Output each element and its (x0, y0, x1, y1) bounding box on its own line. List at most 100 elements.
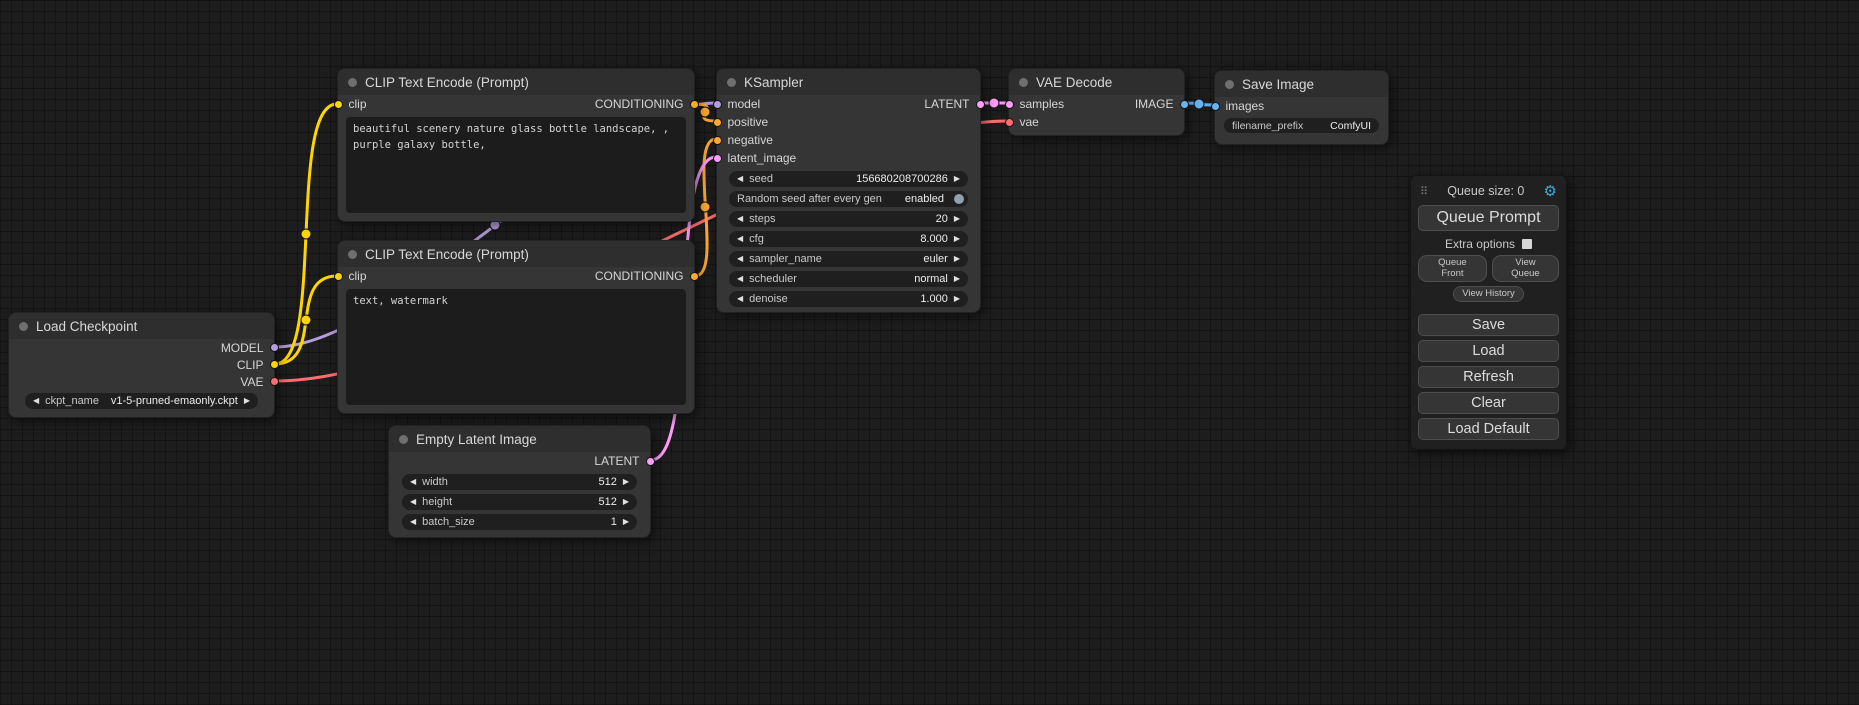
node-title-bar[interactable]: Empty Latent Image (389, 426, 650, 452)
cfg-widget[interactable]: ◀ cfg 8.000 ▶ (729, 231, 968, 247)
node-empty-latent-image[interactable]: Empty Latent Image LATENT ◀ width 512 ▶ … (388, 425, 651, 538)
input-port-positive[interactable] (713, 118, 722, 127)
widget-value: euler (923, 253, 947, 265)
comfy-menu-panel[interactable]: ⠿ Queue size: 0 ⚙ Queue Prompt Extra opt… (1410, 175, 1567, 450)
height-widget[interactable]: ◀ height 512 ▶ (402, 494, 637, 510)
output-row: VAE (9, 373, 274, 390)
output-port-conditioning[interactable] (690, 100, 699, 109)
increment-arrow-icon[interactable]: ▶ (954, 255, 960, 263)
increment-arrow-icon[interactable]: ▶ (623, 518, 629, 526)
node-title-bar[interactable]: KSampler (717, 69, 980, 95)
input-port-vae[interactable] (1005, 118, 1014, 127)
widget-value: v1-5-pruned-emaonly.ckpt (111, 395, 238, 407)
node-title-bar[interactable]: VAE Decode (1009, 69, 1184, 95)
increment-arrow-icon[interactable]: ▶ (623, 498, 629, 506)
sampler-name-widget[interactable]: ◀ sampler_name euler ▶ (729, 251, 968, 267)
output-port-clip[interactable] (270, 360, 279, 369)
node-title-bar[interactable]: CLIP Text Encode (Prompt) (338, 241, 694, 267)
decrement-arrow-icon[interactable]: ◀ (410, 518, 416, 526)
filename-prefix-widget[interactable]: filename_prefix ComfyUI (1224, 118, 1379, 133)
link-clip-positive (275, 104, 337, 364)
input-port-images[interactable] (1211, 102, 1220, 111)
output-port-conditioning[interactable] (690, 272, 699, 281)
input-port-model[interactable] (713, 100, 722, 109)
output-label-vae: VAE (240, 375, 263, 389)
extra-options-checkbox[interactable] (1522, 239, 1532, 249)
node-clip-text-encode-negative[interactable]: CLIP Text Encode (Prompt) clip CONDITION… (337, 240, 695, 414)
increment-arrow-icon[interactable]: ▶ (954, 235, 960, 243)
node-title-bar[interactable]: Load Checkpoint (9, 313, 274, 339)
collapse-dot-icon[interactable] (19, 322, 28, 331)
random-seed-toggle-widget[interactable]: Random seed after every gen enabled (729, 191, 968, 207)
view-queue-button[interactable]: View Queue (1492, 255, 1559, 282)
ckpt-name-widget[interactable]: ◀ ckpt_name v1-5-pruned-emaonly.ckpt ▶ (25, 393, 258, 409)
widget-label: sampler_name (749, 253, 822, 265)
output-label-conditioning: CONDITIONING (595, 97, 684, 111)
seed-widget[interactable]: ◀ seed 156680208700286 ▶ (729, 171, 968, 187)
port-row: positive (717, 113, 980, 131)
graph-canvas[interactable]: Load Checkpoint MODEL CLIP VAE ◀ ckpt_na… (0, 0, 1859, 705)
output-port-latent[interactable] (976, 100, 985, 109)
load-button[interactable]: Load (1418, 340, 1559, 362)
steps-widget[interactable]: ◀ steps 20 ▶ (729, 211, 968, 227)
negative-prompt-textarea[interactable]: text, watermark (346, 289, 686, 405)
decrement-arrow-icon[interactable]: ◀ (737, 275, 743, 283)
collapse-dot-icon[interactable] (348, 78, 357, 87)
settings-gear-icon[interactable]: ⚙ (1544, 182, 1557, 200)
decrement-arrow-icon[interactable]: ◀ (737, 295, 743, 303)
view-history-button[interactable]: View History (1453, 286, 1524, 302)
node-load-checkpoint[interactable]: Load Checkpoint MODEL CLIP VAE ◀ ckpt_na… (8, 312, 275, 418)
decrement-arrow-icon[interactable]: ◀ (737, 255, 743, 263)
increment-arrow-icon[interactable]: ▶ (623, 478, 629, 486)
extra-options-label: Extra options (1445, 237, 1515, 251)
decrement-arrow-icon[interactable]: ◀ (737, 235, 743, 243)
input-port-latent-image[interactable] (713, 154, 722, 163)
positive-prompt-textarea[interactable]: beautiful scenery nature glass bottle la… (346, 117, 686, 213)
collapse-dot-icon[interactable] (348, 250, 357, 259)
collapse-dot-icon[interactable] (399, 435, 408, 444)
queue-front-button[interactable]: Queue Front (1418, 255, 1487, 282)
batch-size-widget[interactable]: ◀ batch_size 1 ▶ (402, 514, 637, 530)
node-title-bar[interactable]: Save Image (1215, 71, 1388, 97)
port-row: clip CONDITIONING (338, 95, 694, 113)
increment-arrow-icon[interactable]: ▶ (954, 295, 960, 303)
node-vae-decode[interactable]: VAE Decode samples IMAGE vae (1008, 68, 1185, 136)
input-port-clip[interactable] (334, 272, 343, 281)
node-save-image[interactable]: Save Image images filename_prefix ComfyU… (1214, 70, 1389, 145)
node-clip-text-encode-positive[interactable]: CLIP Text Encode (Prompt) clip CONDITION… (337, 68, 695, 222)
increment-arrow-icon[interactable]: ▶ (954, 175, 960, 183)
increment-arrow-icon[interactable]: ▶ (244, 397, 250, 405)
queue-prompt-button[interactable]: Queue Prompt (1418, 205, 1559, 231)
collapse-dot-icon[interactable] (1225, 80, 1234, 89)
denoise-widget[interactable]: ◀ denoise 1.000 ▶ (729, 291, 968, 307)
widget-value: ComfyUI (1330, 120, 1371, 132)
decrement-arrow-icon[interactable]: ◀ (737, 215, 743, 223)
output-label-model: MODEL (221, 341, 264, 355)
scheduler-widget[interactable]: ◀ scheduler normal ▶ (729, 271, 968, 287)
collapse-dot-icon[interactable] (1019, 78, 1028, 87)
input-port-clip[interactable] (334, 100, 343, 109)
decrement-arrow-icon[interactable]: ◀ (737, 175, 743, 183)
output-port-vae[interactable] (270, 377, 279, 386)
output-port-latent[interactable] (646, 457, 655, 466)
drag-handle-icon[interactable]: ⠿ (1420, 185, 1428, 198)
node-title-bar[interactable]: CLIP Text Encode (Prompt) (338, 69, 694, 95)
output-port-image[interactable] (1180, 100, 1189, 109)
decrement-arrow-icon[interactable]: ◀ (410, 478, 416, 486)
width-widget[interactable]: ◀ width 512 ▶ (402, 474, 637, 490)
refresh-button[interactable]: Refresh (1418, 366, 1559, 388)
decrement-arrow-icon[interactable]: ◀ (410, 498, 416, 506)
toggle-knob-icon[interactable] (954, 194, 964, 204)
clear-button[interactable]: Clear (1418, 392, 1559, 414)
save-button[interactable]: Save (1418, 314, 1559, 336)
output-port-model[interactable] (270, 343, 279, 352)
input-port-samples[interactable] (1005, 100, 1014, 109)
node-title: KSampler (744, 75, 803, 90)
increment-arrow-icon[interactable]: ▶ (954, 215, 960, 223)
load-default-button[interactable]: Load Default (1418, 418, 1559, 440)
increment-arrow-icon[interactable]: ▶ (954, 275, 960, 283)
collapse-dot-icon[interactable] (727, 78, 736, 87)
decrement-arrow-icon[interactable]: ◀ (33, 397, 39, 405)
node-ksampler[interactable]: KSampler model LATENT positive negative … (716, 68, 981, 313)
input-port-negative[interactable] (713, 136, 722, 145)
